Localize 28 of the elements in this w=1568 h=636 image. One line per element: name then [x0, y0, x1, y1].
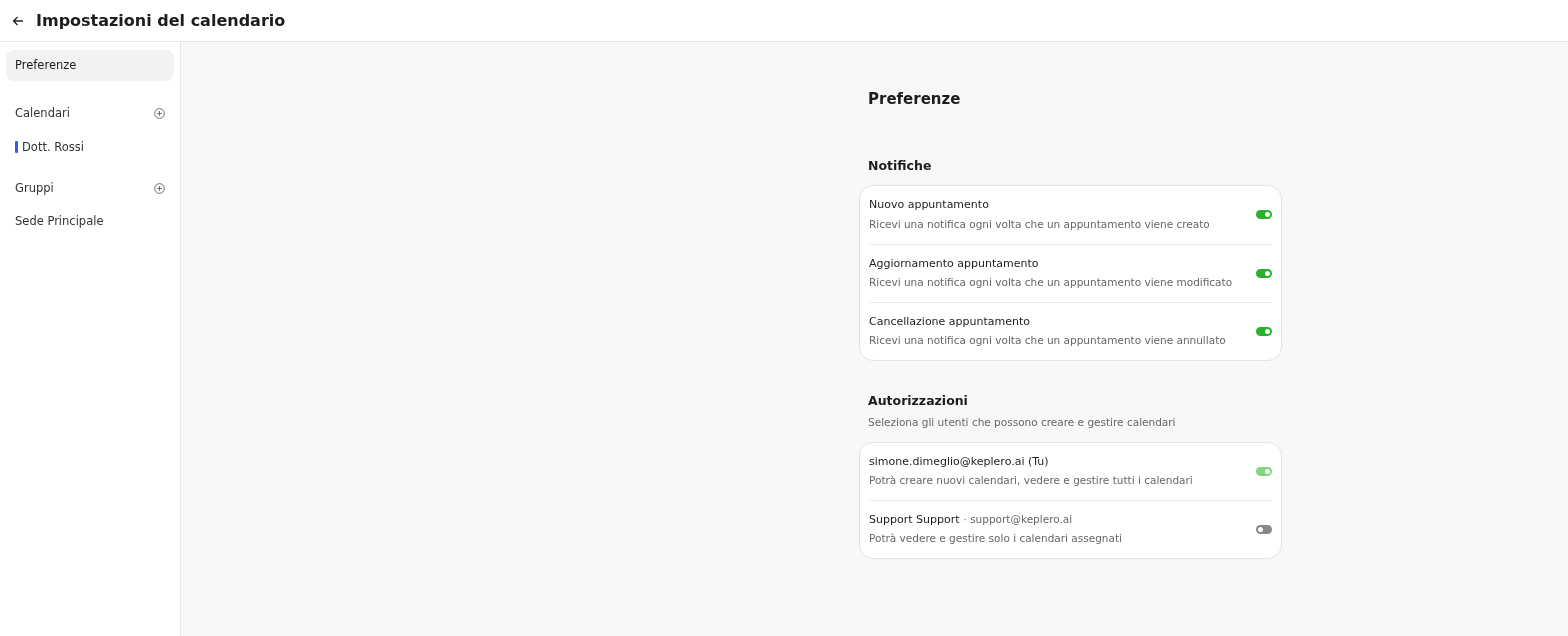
section-heading: Notifiche	[868, 156, 933, 175]
permission-description: Potrà vedere e gestire solo i calendari assegnati	[869, 531, 1122, 547]
setting-title: Aggiornamento appuntamento	[869, 255, 1040, 272]
toggle-switch[interactable]	[1256, 524, 1272, 534]
section-title: Preferenze	[868, 89, 962, 110]
setting-description: Ricevi una notifica ogni volta che un appuntamento viene modificato	[869, 275, 1233, 290]
add-icon[interactable]	[154, 182, 165, 194]
setting-title: Nuovo appuntamento	[869, 197, 990, 214]
back-arrow-icon[interactable]	[12, 14, 24, 27]
setting-description: Ricevi una notifica ogni volta che un appuntamento viene annullato	[869, 333, 1226, 349]
page-title: Impostazioni del calendario	[36, 10, 286, 31]
section-label: Gruppi	[15, 179, 54, 197]
calendar-item[interactable]: Sede Principale	[15, 213, 104, 231]
permission-description: Potrà creare nuovi calendari, vedere e gestire tutti i calendari	[869, 473, 1193, 488]
toggle-switch[interactable]	[1256, 326, 1272, 336]
setting-description: Ricevi una notifica ogni volta che un appuntamento viene creato	[869, 216, 1210, 232]
user-email: · support@keplero.ai	[963, 511, 1073, 527]
setting-title: Cancellazione appuntamento	[869, 313, 1032, 330]
section-heading: Autorizzazioni	[868, 392, 969, 410]
calendar-item[interactable]: Dott. Rossi	[22, 138, 84, 156]
toggle-switch[interactable]	[1256, 210, 1272, 220]
user-name: Support Support	[869, 511, 960, 528]
add-icon[interactable]	[154, 108, 165, 120]
sidebar-item[interactable]: Preferenze	[6, 50, 174, 82]
toggle-switch[interactable]	[1256, 268, 1272, 278]
user-name: simone.dimeglio@keplero.ai (Tu)	[869, 453, 1049, 470]
section-label: Calendari	[15, 105, 70, 123]
section-subtitle: Seleziona gli utenti che possono creare e gestire calendari	[868, 414, 1177, 430]
